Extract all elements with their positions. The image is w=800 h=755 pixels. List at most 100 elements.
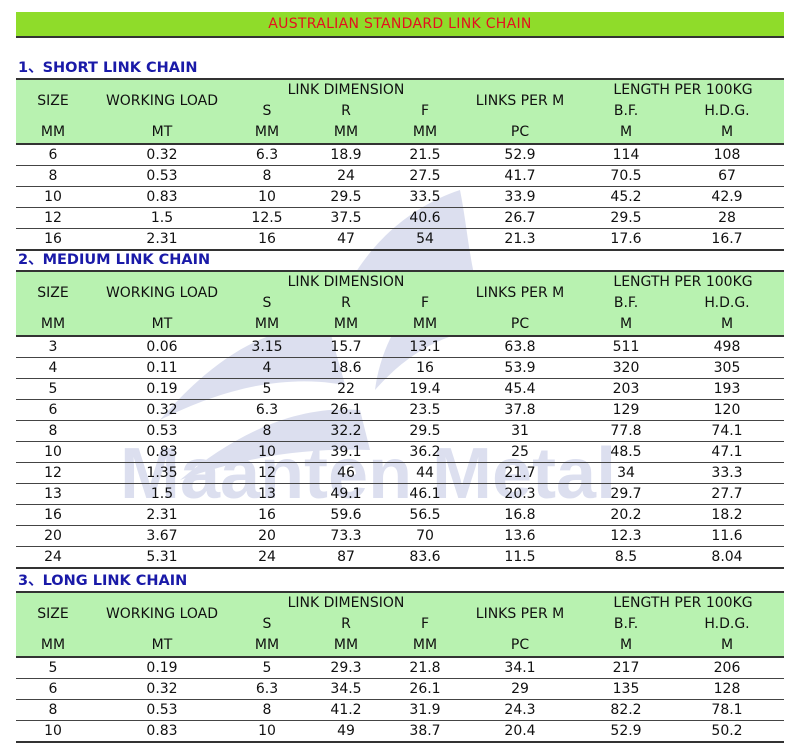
table-cell: 5 xyxy=(234,657,300,679)
unit-cell: PC xyxy=(458,314,582,337)
table-cell: 21.5 xyxy=(392,144,458,166)
table-cell: 49.1 xyxy=(300,483,392,505)
table-cell: 0.83 xyxy=(90,720,234,743)
table-cell: 0.19 xyxy=(90,378,234,400)
table-cell: 25 xyxy=(458,441,582,463)
table-cell: 120 xyxy=(670,399,784,421)
header-length-per-100kg: LENGTH PER 100KG xyxy=(582,272,784,293)
table-cell: 305 xyxy=(670,357,784,379)
header-link-dimension: LINK DIMENSION xyxy=(234,593,458,614)
table-cell: 108 xyxy=(670,144,784,166)
table-cell: 24 xyxy=(234,546,300,569)
table-cell: 37.5 xyxy=(300,207,392,229)
table-cell: 17.6 xyxy=(582,228,670,251)
unit-cell: PC xyxy=(458,635,582,658)
table-cell: 13 xyxy=(16,483,90,505)
table-cell: 5 xyxy=(16,378,90,400)
table-cell: 46 xyxy=(300,462,392,484)
header-size: SIZE xyxy=(16,80,90,122)
table-row: 12 1.35 12 46 44 21.7 34 33.3 xyxy=(16,462,784,484)
table-cell: 16 xyxy=(16,228,90,251)
header-bf: B.F. xyxy=(582,614,670,635)
table-cell: 2.31 xyxy=(90,504,234,526)
table-cell: 40.6 xyxy=(392,207,458,229)
table-cell: 498 xyxy=(670,336,784,358)
table-row: 5 0.19 5 29.3 21.8 34.1 217 206 xyxy=(16,657,784,679)
table-cell: 73.3 xyxy=(300,525,392,547)
unit-cell: M xyxy=(670,314,784,337)
table-cell: 78.1 xyxy=(670,699,784,721)
table-cell: 13 xyxy=(234,483,300,505)
table-cell: 114 xyxy=(582,144,670,166)
table-row: 16 2.31 16 47 54 21.3 17.6 16.7 xyxy=(16,228,784,251)
table-cell: 8 xyxy=(16,420,90,442)
unit-cell: MM xyxy=(16,314,90,337)
table-cell: 0.32 xyxy=(90,678,234,700)
header-hdg: H.D.G. xyxy=(670,101,784,122)
table-cell: 12.5 xyxy=(234,207,300,229)
table-cell: 206 xyxy=(670,657,784,679)
table-cell: 87 xyxy=(300,546,392,569)
table-cell: 3.67 xyxy=(90,525,234,547)
header-link-dimension: LINK DIMENSION xyxy=(234,272,458,293)
table-cell: 20.4 xyxy=(458,720,582,743)
table-cell: 16 xyxy=(234,228,300,251)
table-cell: 34.1 xyxy=(458,657,582,679)
table-cell: 49 xyxy=(300,720,392,743)
table-cell: 67 xyxy=(670,165,784,187)
table-cell: 50.2 xyxy=(670,720,784,743)
table-cell: 0.53 xyxy=(90,699,234,721)
table-cell: 56.5 xyxy=(392,504,458,526)
unit-cell: MM xyxy=(234,122,300,145)
header-link-dimension: LINK DIMENSION xyxy=(234,80,458,101)
table-cell: 37.8 xyxy=(458,399,582,421)
table-row: 5 0.19 5 22 19.4 45.4 203 193 xyxy=(16,378,784,400)
table-cell: 31.9 xyxy=(392,699,458,721)
table-row: 6 0.32 6.3 34.5 26.1 29 135 128 xyxy=(16,678,784,700)
table-cell: 59.6 xyxy=(300,504,392,526)
table-cell: 45.4 xyxy=(458,378,582,400)
table-cell: 10 xyxy=(16,441,90,463)
table-cell: 13.1 xyxy=(392,336,458,358)
table-cell: 77.8 xyxy=(582,420,670,442)
table-cell: 193 xyxy=(670,378,784,400)
table-cell: 34.5 xyxy=(300,678,392,700)
header-r: R xyxy=(300,293,392,314)
table-row: 12 1.5 12.5 37.5 40.6 26.7 29.5 28 xyxy=(16,207,784,229)
chain-spec-table: SIZE WORKING LOAD LINK DIMENSION LINKS PER … xyxy=(16,272,784,569)
table-row: 13 1.5 13 49.1 46.1 20.3 29.7 27.7 xyxy=(16,483,784,505)
table-cell: 53.9 xyxy=(458,357,582,379)
table-cell: 18.6 xyxy=(300,357,392,379)
table-cell: 8 xyxy=(234,165,300,187)
header-bf: B.F. xyxy=(582,293,670,314)
header-bf: B.F. xyxy=(582,101,670,122)
header-links-per-m: LINKS PER M xyxy=(458,80,582,122)
header-working-load: WORKING LOAD xyxy=(90,272,234,314)
table-cell: 33.5 xyxy=(392,186,458,208)
table-row: 10 0.83 10 49 38.7 20.4 52.9 50.2 xyxy=(16,720,784,743)
table-cell: 47.1 xyxy=(670,441,784,463)
table-cell: 42.9 xyxy=(670,186,784,208)
table-cell: 21.3 xyxy=(458,228,582,251)
unit-cell: M xyxy=(582,635,670,658)
table-cell: 3.15 xyxy=(234,336,300,358)
unit-cell: MM xyxy=(234,635,300,658)
table-cell: 0.32 xyxy=(90,399,234,421)
unit-cell: MT xyxy=(90,122,234,145)
table-cell: 12 xyxy=(234,462,300,484)
table-cell: 26.1 xyxy=(300,399,392,421)
unit-cell: MT xyxy=(90,635,234,658)
unit-cell: M xyxy=(670,122,784,145)
table-cell: 4 xyxy=(234,357,300,379)
header-s: S xyxy=(234,293,300,314)
table-cell: 47 xyxy=(300,228,392,251)
table-cell: 0.53 xyxy=(90,165,234,187)
table-cell: 0.06 xyxy=(90,336,234,358)
table-cell: 34 xyxy=(582,462,670,484)
table-cell: 29.7 xyxy=(582,483,670,505)
table-cell: 1.35 xyxy=(90,462,234,484)
header-s: S xyxy=(234,614,300,635)
unit-cell: MM xyxy=(16,635,90,658)
table-row: 8 0.53 8 24 27.5 41.7 70.5 67 xyxy=(16,165,784,187)
table-cell: 0.83 xyxy=(90,186,234,208)
